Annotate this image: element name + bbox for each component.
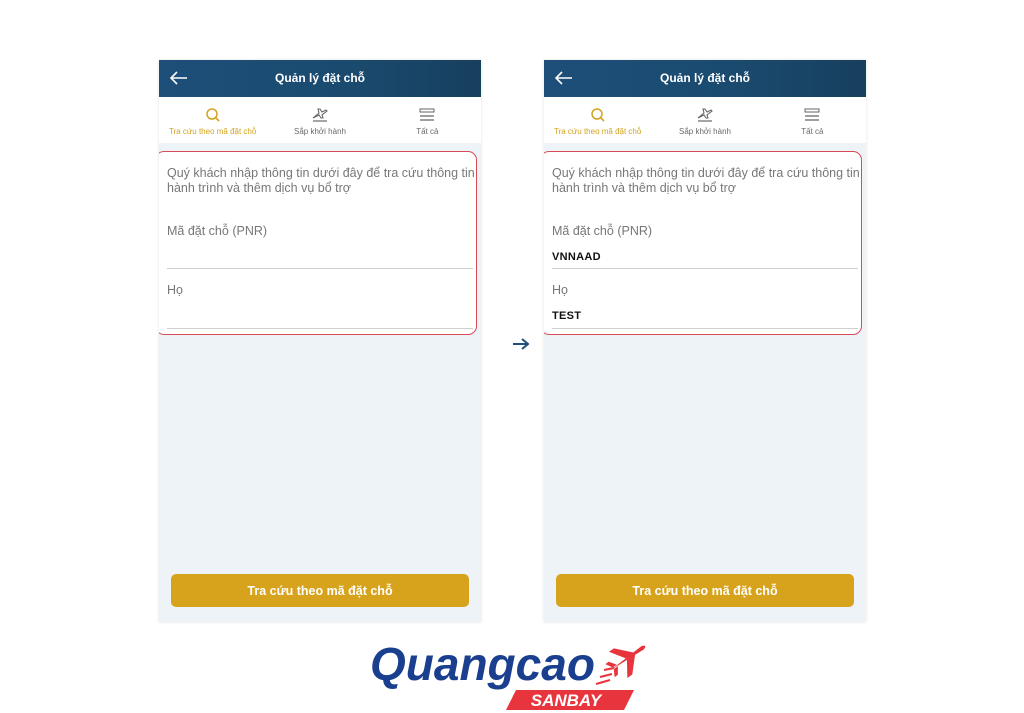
tab-bar: Tra cứu theo mã đặt chỗ Sắp khởi hành Tấ… (159, 97, 481, 143)
pnr-label: Mã đặt chỗ (PNR) (167, 224, 268, 238)
airplane-icon (605, 645, 646, 678)
tab-label: Sắp khởi hành (679, 127, 731, 136)
search-by-pnr-button[interactable]: Tra cứu theo mã đặt chỗ (556, 574, 854, 607)
search-icon (204, 106, 222, 124)
surname-input[interactable]: TEST (552, 305, 858, 327)
pnr-underline (552, 268, 858, 269)
booking-lookup-form: Quý khách nhập thông tin dưới đây để tra… (544, 151, 862, 335)
logo-sub-text: SANBAY (531, 691, 603, 710)
app-header: Quản lý đặt chỗ (544, 60, 866, 97)
surname-label: Họ (167, 283, 183, 297)
tab-all[interactable]: Tất cả (759, 97, 866, 143)
tab-label: Tất cả (416, 127, 439, 136)
page-title: Quản lý đặt chỗ (659, 71, 750, 85)
form-intro-text: Quý khách nhập thông tin dưới đây để tra… (552, 166, 860, 195)
arrow-right-icon (513, 338, 530, 350)
tab-upcoming-departures[interactable]: Sắp khởi hành (266, 97, 373, 143)
search-by-pnr-button[interactable]: Tra cứu theo mã đặt chỗ (171, 574, 469, 607)
pnr-underline (167, 268, 473, 269)
surname-value: TEST (552, 310, 582, 322)
booking-lookup-form: Quý khách nhập thông tin dưới đây để tra… (159, 151, 477, 335)
pnr-input[interactable] (167, 246, 473, 268)
tab-bar: Tra cứu theo mã đặt chỗ Sắp khởi hành Tấ… (544, 97, 866, 143)
page-title: Quản lý đặt chỗ (274, 71, 365, 85)
phone-screen-after: Quản lý đặt chỗ Tra cứu theo mã đặt chỗ … (544, 60, 866, 622)
surname-input[interactable] (167, 305, 473, 327)
tab-label: Tất cả (801, 127, 824, 136)
logo-main-text: Quangcao (370, 638, 595, 690)
tab-search-by-pnr[interactable]: Tra cứu theo mã đặt chỗ (544, 97, 651, 143)
speed-lines (595, 667, 615, 685)
phone-screen-before: Quản lý đặt chỗ Tra cứu theo mã đặt chỗ … (159, 60, 481, 622)
list-icon (803, 106, 821, 124)
tab-search-by-pnr[interactable]: Tra cứu theo mã đặt chỗ (159, 97, 266, 143)
pnr-label: Mã đặt chỗ (PNR) (552, 224, 653, 238)
tab-label: Tra cứu theo mã đặt chỗ (169, 127, 257, 136)
form-intro-text: Quý khách nhập thông tin dưới đây để tra… (167, 166, 475, 195)
search-icon (589, 106, 607, 124)
surname-label: Họ (552, 283, 568, 297)
plane-departure-icon (311, 106, 329, 124)
app-header: Quản lý đặt chỗ (159, 60, 481, 97)
list-icon (418, 106, 436, 124)
pnr-input[interactable]: VNNAAD (552, 246, 858, 268)
plane-departure-icon (696, 106, 714, 124)
tab-all[interactable]: Tất cả (374, 97, 481, 143)
surname-underline (552, 328, 858, 329)
pnr-value: VNNAAD (552, 251, 601, 263)
tab-label: Sắp khởi hành (294, 127, 346, 136)
tab-label: Tra cứu theo mã đặt chỗ (554, 127, 642, 136)
surname-underline (167, 328, 473, 329)
quangcao-sanbay-logo: Quangcao SANBAY (370, 638, 646, 710)
tab-upcoming-departures[interactable]: Sắp khởi hành (651, 97, 758, 143)
